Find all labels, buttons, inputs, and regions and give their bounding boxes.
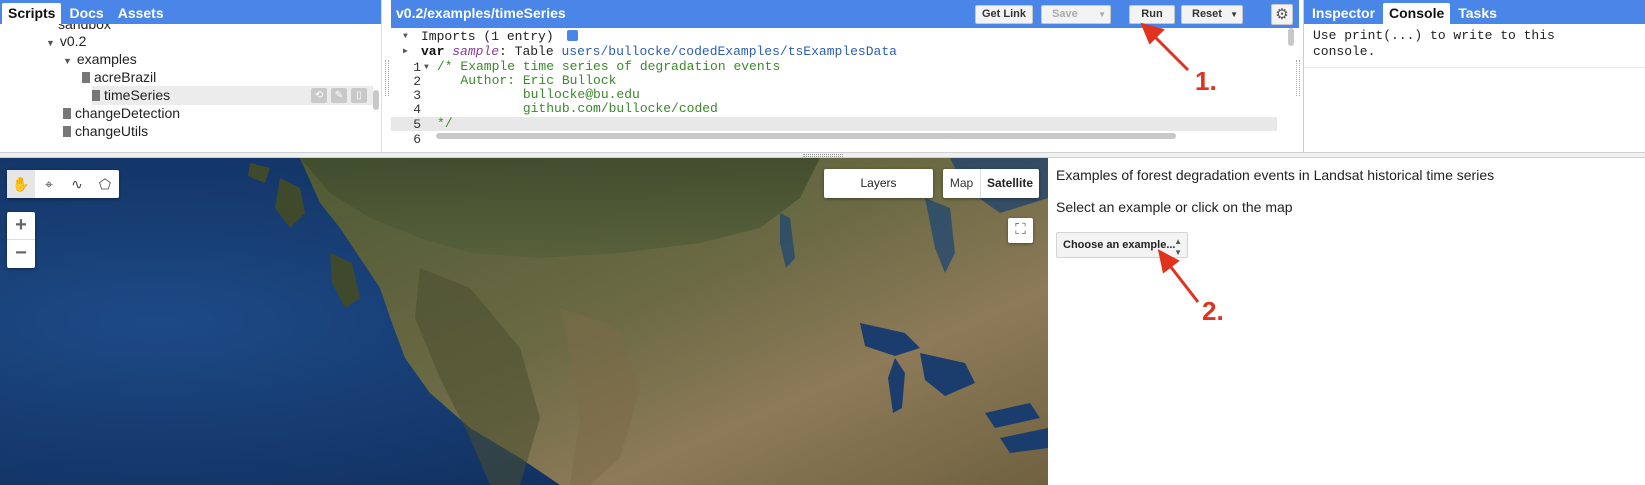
file-icon (63, 126, 71, 137)
code-editor-panel: v0.2/examples/timeSeries Get Link Save ▼… (391, 0, 1299, 152)
tab-assets[interactable]: Assets (112, 3, 170, 24)
import-name: sample (452, 44, 500, 59)
zoom-in-button[interactable]: + (7, 212, 35, 240)
import-entry[interactable]: ▶ var sample: Table users/bullocke/coded… (403, 44, 897, 60)
scripts-panel: Scripts Docs Assets sandbox ▼ v0.2 ▼ exa… (0, 0, 382, 152)
left-resize-handle[interactable] (385, 60, 389, 96)
line-icon[interactable]: ∿ (63, 170, 91, 198)
fold-arrow-icon[interactable]: ▼ (424, 63, 429, 72)
right-tabbar: Inspector Console Tasks (1304, 0, 1645, 24)
marker-icon[interactable]: ⌖ (35, 170, 63, 198)
panel-title: Examples of forest degradation events in… (1056, 167, 1495, 183)
code-line: /* Example time series of degradation ev… (437, 59, 781, 74)
tree-file-timeseries[interactable]: timeSeries ⟲ ✎ ▯ (92, 86, 373, 105)
line-number: 3 (413, 88, 421, 103)
right-resize-handle[interactable] (1296, 60, 1300, 96)
history-icon[interactable]: ⟲ (311, 88, 327, 103)
caret-down-icon[interactable]: ▼ (403, 29, 408, 45)
tree-label: examples (76, 51, 137, 67)
select-value: Choose an example... (1063, 239, 1176, 251)
tab-console[interactable]: Console (1383, 3, 1451, 24)
code-line: Author: Eric Bullock (437, 73, 617, 88)
left-tabbar: Scripts Docs Assets (0, 0, 381, 24)
tab-docs[interactable]: Docs (63, 3, 109, 24)
panel-instruction: Select an example or click on the map (1056, 199, 1293, 215)
import-type: Table (514, 44, 554, 59)
tree-label: sandbox (58, 24, 111, 32)
code-line: bullocke@bu.edu (437, 87, 640, 102)
line-number: 6 (413, 132, 421, 147)
resize-grip[interactable] (803, 154, 843, 157)
import-keyword: var (421, 44, 445, 59)
tree-label: changeUtils (75, 123, 149, 139)
dropdown-arrow-icon[interactable]: ▼ (1098, 6, 1106, 23)
console-panel: Inspector Console Tasks Use print(...) t… (1303, 0, 1645, 152)
imports-header[interactable]: ▼ Imports (1 entry) (403, 29, 579, 45)
zoom-out-button[interactable]: − (7, 240, 35, 268)
tree-label: timeSeries (104, 87, 171, 103)
file-icon (63, 108, 71, 119)
file-icon (92, 90, 100, 101)
hand-icon[interactable]: ✋ (7, 170, 35, 198)
script-tree: sandbox ▼ v0.2 ▼ examples acreBrazil tim… (0, 24, 381, 152)
code-line: github.com/bullocke/coded (437, 101, 718, 116)
drawing-tools: ✋ ⌖ ∿ ⬠ (7, 170, 119, 198)
polygon-icon[interactable]: ⬠ (91, 170, 119, 198)
fullscreen-icon[interactable]: ⛶ (1008, 218, 1033, 243)
satellite-imagery (0, 158, 1048, 485)
get-link-button[interactable]: Get Link (975, 5, 1033, 24)
tree-folder-examples[interactable]: ▼ examples (0, 50, 373, 69)
select-arrows-icon: ▲ ▼ (1174, 237, 1182, 257)
map-type-toggle: Map Satellite (943, 169, 1039, 198)
satellite-button[interactable]: Satellite (981, 169, 1039, 198)
code-line: */ (437, 116, 453, 131)
line-number: 5 (413, 117, 421, 132)
current-line-highlight (391, 117, 1277, 131)
tab-inspector[interactable]: Inspector (1306, 3, 1381, 24)
tab-scripts[interactable]: Scripts (2, 3, 62, 24)
ui-panel: Examples of forest degradation events in… (1048, 158, 1645, 485)
tree-label: v0.2 (59, 33, 87, 49)
tree-folder-v02[interactable]: ▼ v0.2 (0, 32, 373, 51)
dropdown-arrow-icon[interactable]: ▼ (1230, 6, 1238, 23)
tree-file-changeutils[interactable]: changeUtils (0, 122, 373, 141)
script-path: v0.2/examples/timeSeries (396, 5, 566, 21)
line-number: 2 (413, 74, 421, 89)
editor-hscrollbar[interactable] (436, 133, 1176, 139)
delete-icon[interactable]: ▯ (351, 88, 367, 103)
line-number: 4 (413, 102, 421, 117)
annotation-step-2: 2. (1202, 296, 1224, 326)
line-number: 1 (413, 60, 421, 75)
edit-icon[interactable]: ✎ (331, 88, 347, 103)
import-path: users/bullocke/codedExamples/tsExamplesD… (561, 44, 897, 59)
colon: : (499, 44, 515, 59)
tree-label: acreBrazil (94, 69, 157, 85)
example-select[interactable]: Choose an example... ▲ ▼ (1056, 232, 1188, 258)
row-actions: ⟲ ✎ ▯ (311, 88, 367, 103)
save-label: Save (1052, 8, 1078, 20)
run-button[interactable]: Run (1129, 5, 1175, 24)
layers-button[interactable]: Layers (824, 169, 933, 198)
tree-label: changeDetection (75, 105, 181, 121)
imports-section: ▼ Imports (1 entry) ▶ var sample: Table … (391, 28, 1277, 59)
caret-right-icon[interactable]: ▶ (403, 44, 408, 60)
reset-label: Reset (1192, 8, 1222, 20)
map-canvas[interactable]: ✋ ⌖ ∿ ⬠ + − Layers Map Satellite ⛶ (0, 158, 1048, 485)
editor-header: v0.2/examples/timeSeries Get Link Save ▼… (391, 0, 1299, 28)
save-button[interactable]: Save ▼ (1041, 5, 1111, 24)
tab-tasks[interactable]: Tasks (1452, 3, 1503, 24)
console-output: Use print(...) to write to this console. (1304, 24, 1645, 68)
editor-vscrollbar[interactable] (1288, 28, 1294, 46)
map-button[interactable]: Map (943, 169, 981, 198)
zoom-control: + − (7, 212, 35, 268)
tree-scrollbar[interactable] (373, 90, 379, 110)
reset-button[interactable]: Reset ▼ (1181, 5, 1243, 24)
tree-file-changedetection[interactable]: changeDetection (0, 104, 373, 123)
imports-label: Imports (1 entry) (421, 29, 554, 44)
file-icon (82, 72, 90, 83)
script-icon[interactable] (567, 30, 579, 41)
annotation-step-1: 1. (1195, 66, 1217, 96)
tree-file-acrebrazil[interactable]: acreBrazil (0, 68, 373, 87)
gear-icon[interactable]: ⚙ (1271, 4, 1293, 25)
